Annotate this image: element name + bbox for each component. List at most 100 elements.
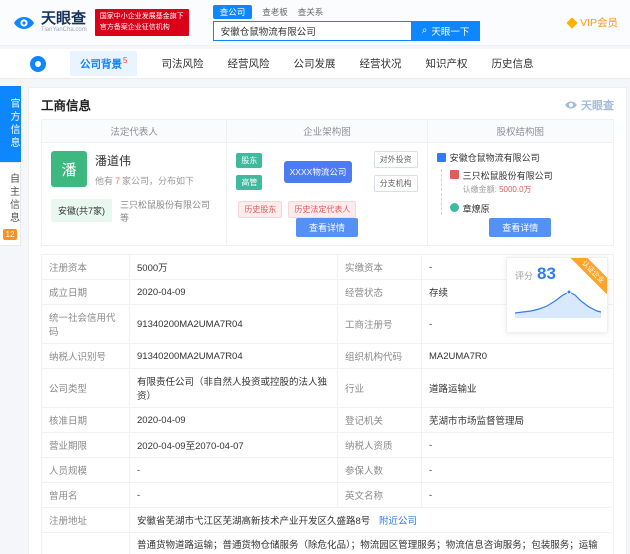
org-tag-executives[interactable]: 高管 <box>236 175 262 190</box>
row-value: 2020-04-09至2070-04-07 <box>130 433 338 458</box>
org-tag-branches[interactable]: 分支机构 <box>374 175 418 192</box>
address-cell: 安徽省芜湖市弋江区芜湖高新技术产业开发区久盛路8号 附近公司 <box>130 508 614 533</box>
row-value: 道路运输业 <box>422 369 614 408</box>
score-sparkline-chart <box>515 287 601 319</box>
legal-rep-description: 他有7家公司，分布如下 <box>95 174 194 187</box>
row-label: 注册资本 <box>42 255 130 280</box>
company-mini-logo-icon <box>30 56 46 72</box>
row-value: - <box>422 433 614 458</box>
equity-structure-panel: 股权结构图 安徽仓鼠物流有限公司 三只松鼠股份有限公司 认缴金额 <box>428 120 613 245</box>
sidebar-tab-self-info[interactable]: 自主信息 12 <box>0 162 21 246</box>
equity-detail-button[interactable]: 查看详情 <box>489 218 551 237</box>
equity-person-node[interactable]: 章燎原 <box>450 202 604 215</box>
table-row: 营业期限 2020-04-09至2070-04-07 纳税人资质 - <box>42 433 614 458</box>
row-label: 纳税人资质 <box>338 433 422 458</box>
sparkline-area <box>515 292 601 318</box>
scope-value: 普通货物道路运输；普通货物仓储服务（除危化品）；物流园区管理服务；物流信息咨询服… <box>130 533 614 554</box>
search-icon: ⌕ <box>422 25 428 36</box>
search-tab-company[interactable]: 查公司 <box>213 5 253 19</box>
business-info-card: 工商信息 天眼查 法定代表人 潘 潘道伟 他有7家公司，分布如下 <box>28 87 627 554</box>
tab-company-development[interactable]: 公司发展 <box>293 56 335 71</box>
row-label: 英文名称 <box>338 483 422 508</box>
business-info-table-wrap: 认证企业 评分 83 注册资本 5000万 实缴资本 - <box>41 254 614 554</box>
legal-rep-avatar[interactable]: 潘 <box>51 151 87 187</box>
region-distribution-label[interactable]: 安徽(共7家) <box>51 199 112 222</box>
row-label: 核准日期 <box>42 408 130 433</box>
row-value: 91340200MA2UMA7R04 <box>130 305 338 344</box>
score-label: 评分 <box>515 269 533 282</box>
row-label: 登记机关 <box>338 408 422 433</box>
tab-judicial-risk[interactable]: 司法风险 <box>161 56 203 71</box>
row-label: 经营状态 <box>338 280 422 305</box>
search-button[interactable]: ⌕ 天眼一下 <box>411 21 481 41</box>
search-input[interactable] <box>213 21 411 41</box>
row-value: 2020-04-09 <box>130 280 338 305</box>
equity-root-company[interactable]: 安徽仓鼠物流有限公司 <box>437 151 604 164</box>
company-nav-bar: 公司背景5 司法风险 经营风险 公司发展 经营状况 知识产权 历史信息 <box>0 49 630 79</box>
address-value: 安徽省芜湖市弋江区芜湖高新技术产业开发区久盛路8号 <box>137 516 370 527</box>
logo-text: 天眼查 <box>41 11 87 27</box>
row-label: 纳税人识别号 <box>42 344 130 369</box>
table-row: 公司类型 有限责任公司（非自然人投资或控股的法人独资） 行业 道路运输业 <box>42 369 614 408</box>
overview-panels: 法定代表人 潘 潘道伟 他有7家公司，分布如下 安徽(共7家) 三只松鼠股份有限… <box>41 119 614 246</box>
row-label: 营业期限 <box>42 433 130 458</box>
score-value: 83 <box>537 264 556 284</box>
row-label: 实缴资本 <box>338 255 422 280</box>
sidebar-tab-official-info[interactable]: 官方信息 <box>0 86 21 162</box>
related-company-link[interactable]: 三只松鼠股份有限公司等 <box>120 199 217 224</box>
search-area: 查公司 查老板 查关系 ⌕ 天眼一下 <box>213 5 481 41</box>
table-row: 人员规模 - 参保人数 - <box>42 458 614 483</box>
row-label: 成立日期 <box>42 280 130 305</box>
subscribed-capital: 认缴金额: 5000.0万 <box>463 184 553 195</box>
row-label: 曾用名 <box>42 483 130 508</box>
tab-history-info[interactable]: 历史信息 <box>491 56 533 71</box>
org-tag-history-shareholders[interactable]: 历史股东 <box>238 201 282 218</box>
vip-diamond-icon <box>566 17 577 28</box>
legal-rep-name[interactable]: 潘道伟 <box>95 152 194 169</box>
equity-shareholder-node[interactable]: 三只松鼠股份有限公司 认缴金额: 5000.0万 <box>450 169 604 195</box>
row-value: 2020-04-09 <box>130 408 338 433</box>
address-label: 注册地址 <box>42 508 130 533</box>
row-label: 参保人数 <box>338 458 422 483</box>
section-title: 工商信息 <box>41 95 91 114</box>
search-tab-relation[interactable]: 查关系 <box>298 6 324 18</box>
org-tag-shareholders[interactable]: 股东 <box>236 153 262 168</box>
gov-certification-badge: 国家中小企业发展基金旗下 官方备案企业征信机构 <box>95 9 189 36</box>
table-row: 核准日期 2020-04-09 登记机关 芜湖市市场监督管理局 <box>42 408 614 433</box>
row-value: - <box>422 483 614 508</box>
watermark-logo: 天眼查 <box>564 97 614 113</box>
table-row-business-scope: 经营范围 普通货物道路运输；普通货物仓储服务（除危化品）；物流园区管理服务；物流… <box>42 533 614 554</box>
scope-label: 经营范围 <box>42 533 130 554</box>
person-node-icon <box>450 203 459 212</box>
row-label: 组织机构代码 <box>338 344 422 369</box>
tab-intellectual-property[interactable]: 知识产权 <box>425 56 467 71</box>
org-tag-investments[interactable]: 对外投资 <box>374 151 418 168</box>
table-row: 曾用名 - 英文名称 - <box>42 483 614 508</box>
company-count-highlight: 7 <box>115 176 120 186</box>
self-info-count-badge: 12 <box>3 229 18 240</box>
org-tag-history-legal-rep[interactable]: 历史法定代表人 <box>288 201 356 218</box>
row-value: 5000万 <box>130 255 338 280</box>
tab-company-background[interactable]: 公司背景5 <box>70 51 137 77</box>
table-row: 纳税人识别号 91340200MA2UMA7R04 组织机构代码 MA2UMA7… <box>42 344 614 369</box>
org-chart-panel: 企业架构图 股东 高管 XXXX物流公司 对外投资 分支机构 历史股东 历史法定… <box>227 120 427 245</box>
tianyancha-logo[interactable]: 天眼查 TianYanCha.com <box>12 11 87 35</box>
equity-panel-title: 股权结构图 <box>428 120 613 143</box>
search-tab-boss[interactable]: 查老板 <box>262 6 288 18</box>
top-header: 天眼查 TianYanCha.com 国家中小企业发展基金旗下 官方备案企业征信… <box>0 0 630 46</box>
tab-operation-risk[interactable]: 经营风险 <box>227 56 269 71</box>
row-value: 91340200MA2UMA7R04 <box>130 344 338 369</box>
logo-subtext: TianYanCha.com <box>41 27 87 33</box>
company-score-widget[interactable]: 认证企业 评分 83 <box>506 257 608 333</box>
row-label: 人员规模 <box>42 458 130 483</box>
row-label: 工商注册号 <box>338 305 422 344</box>
row-value: - <box>130 458 338 483</box>
org-center-company-node[interactable]: XXXX物流公司 <box>284 161 353 183</box>
row-value: - <box>130 483 338 508</box>
vip-member-link[interactable]: VIP会员 <box>568 15 618 30</box>
org-chart-detail-button[interactable]: 查看详情 <box>296 218 358 237</box>
row-value: 有限责任公司（非自然人投资或控股的法人独资） <box>130 369 338 408</box>
legal-representative-panel: 法定代表人 潘 潘道伟 他有7家公司，分布如下 安徽(共7家) 三只松鼠股份有限… <box>42 120 227 245</box>
tab-operation-status[interactable]: 经营状况 <box>359 56 401 71</box>
nearby-companies-link[interactable]: 附近公司 <box>379 516 417 527</box>
